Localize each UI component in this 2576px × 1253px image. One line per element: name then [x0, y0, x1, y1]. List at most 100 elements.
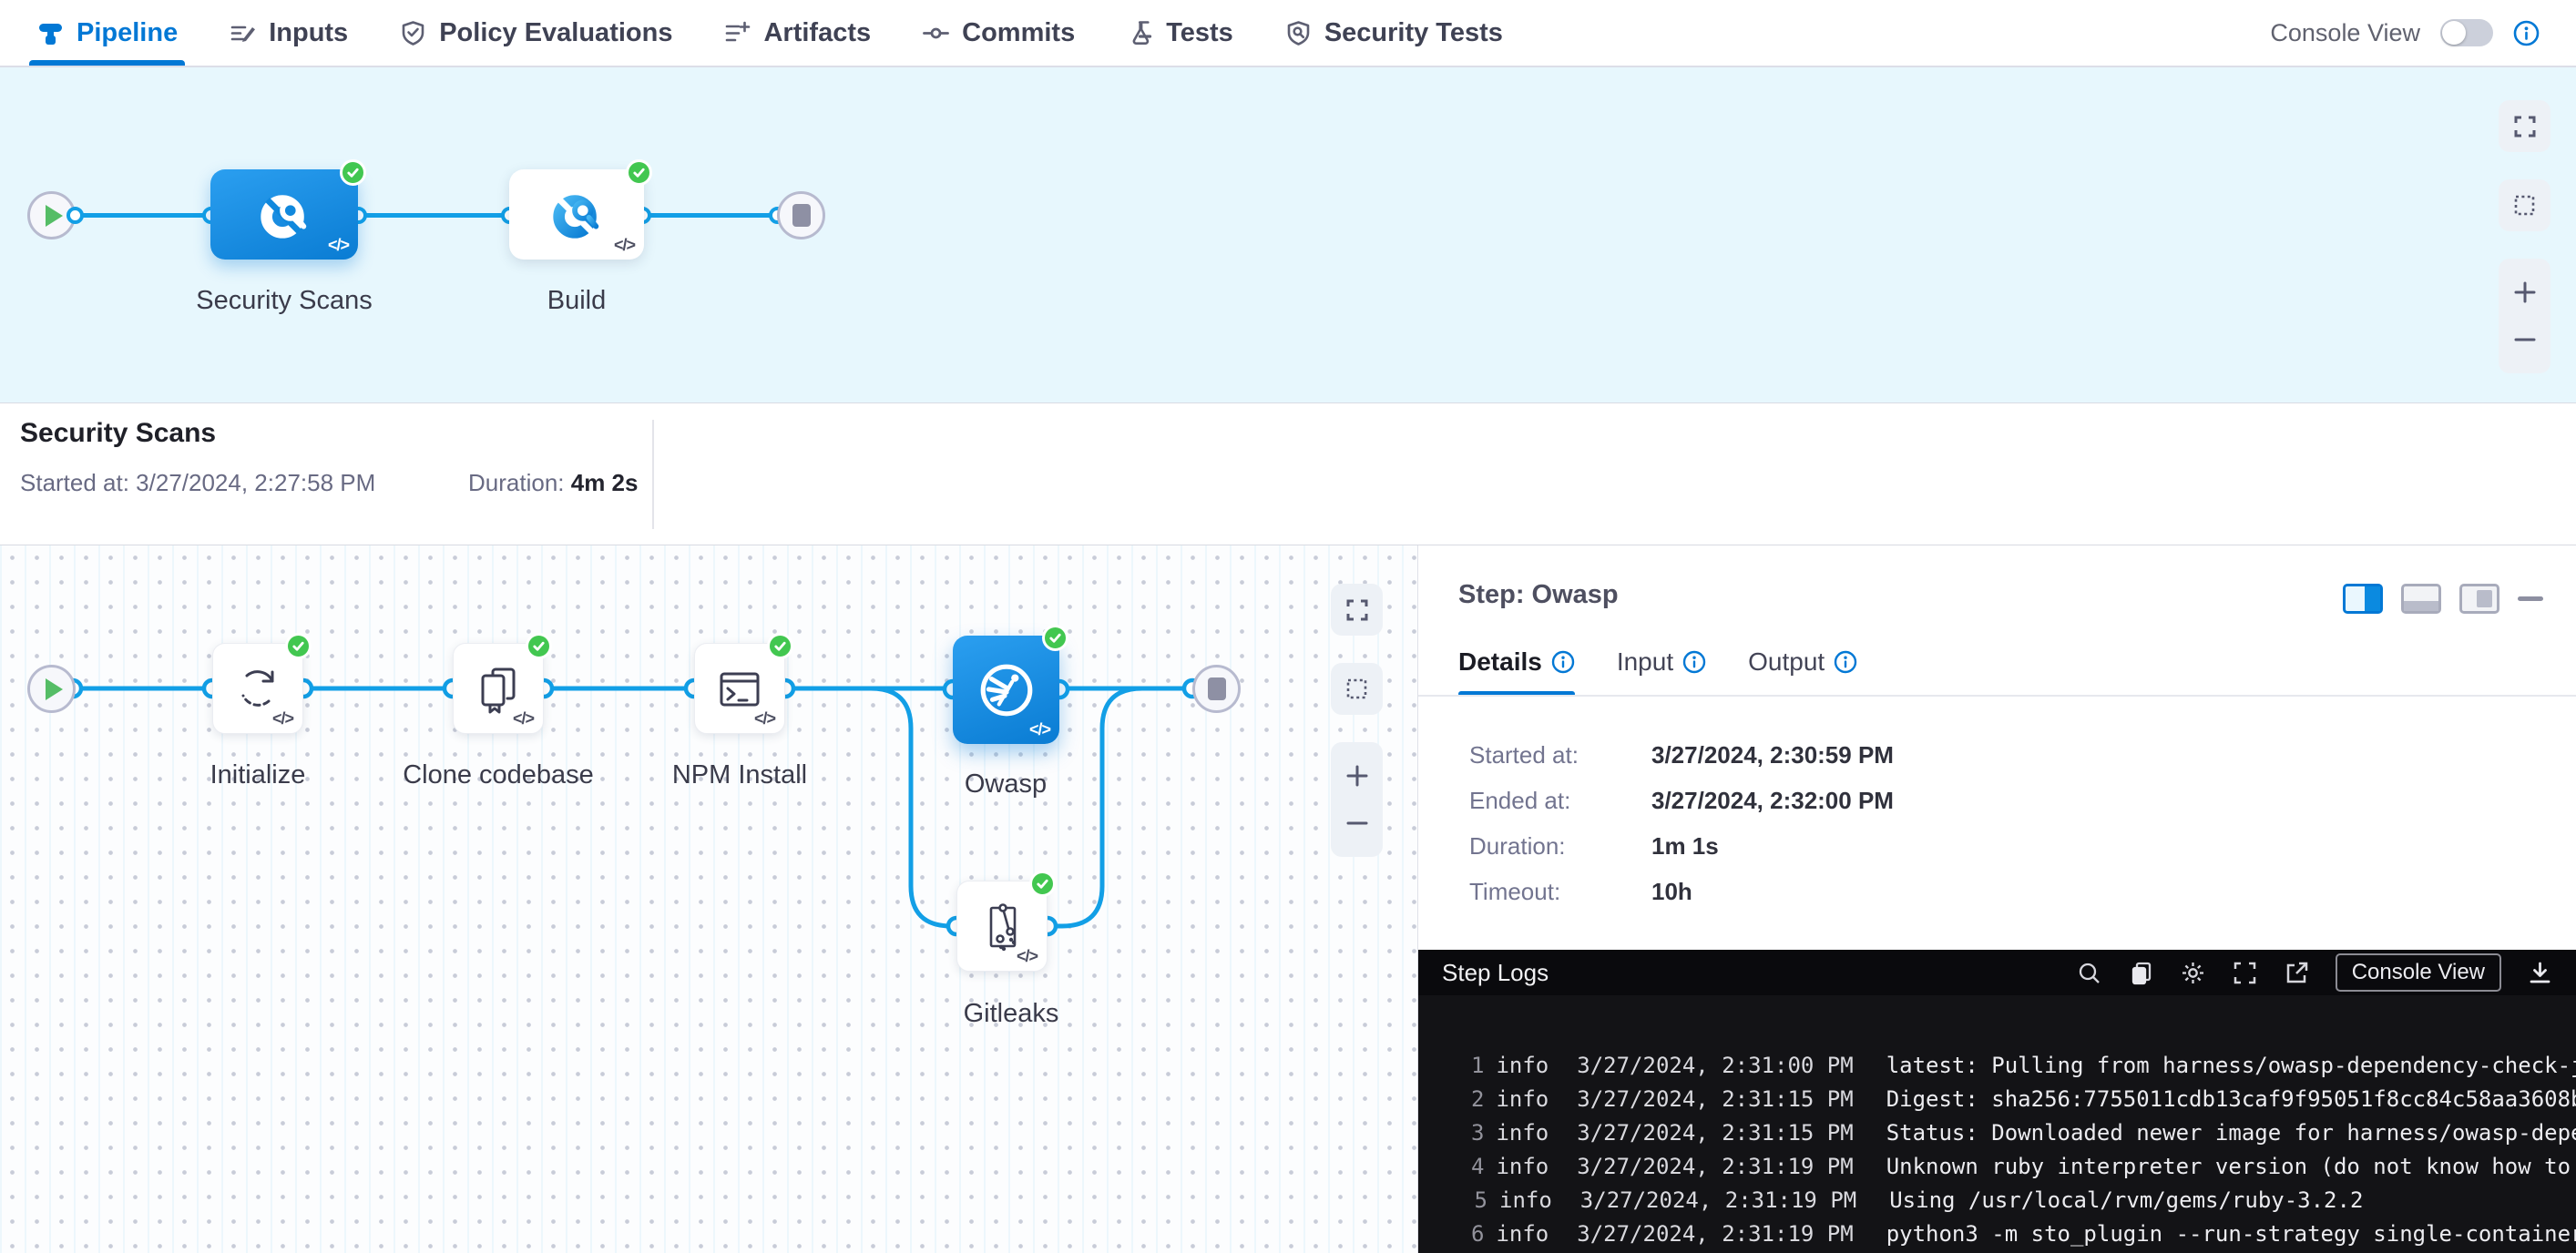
- minimize-panel-button[interactable]: [2518, 596, 2543, 601]
- check-icon: [1036, 877, 1049, 891]
- step-logs-header: Step Logs Console View: [1418, 950, 2576, 995]
- marquee-select-button[interactable]: [2499, 179, 2550, 231]
- step-node-initialize[interactable]: </>: [212, 643, 303, 734]
- tab-input[interactable]: Input: [1617, 647, 1706, 693]
- fit-to-screen-button[interactable]: [2499, 100, 2550, 152]
- flask-icon: [1126, 19, 1154, 47]
- tab-label: Output: [1748, 647, 1825, 677]
- fullscreen-icon: [2512, 114, 2538, 139]
- edge-dot: [66, 207, 84, 224]
- check-icon: [773, 639, 787, 653]
- zoom-in-icon[interactable]: [2512, 280, 2538, 305]
- view-split-right-button[interactable]: [2343, 584, 2383, 614]
- zoom-out-icon[interactable]: [2512, 327, 2538, 352]
- info-icon[interactable]: [1834, 650, 1857, 674]
- log-level: info: [1496, 1221, 1549, 1247]
- step-details-list: Started at: 3/27/2024, 2:30:59 PM Ended …: [1469, 740, 1894, 907]
- detail-value: 1m 1s: [1651, 831, 1894, 861]
- settings-gear-icon[interactable]: [2180, 960, 2206, 986]
- step-node-gitleaks[interactable]: </>: [956, 881, 1048, 972]
- search-icon[interactable]: [2076, 960, 2102, 986]
- success-badge: [526, 633, 552, 659]
- code-glyph: </>: [1017, 947, 1038, 966]
- console-view-toggle[interactable]: [2440, 19, 2493, 46]
- step-node-owasp[interactable]: </>: [953, 636, 1059, 744]
- tab-label: Tests: [1166, 18, 1233, 48]
- marquee-icon: [2512, 193, 2538, 219]
- step-logs-output[interactable]: 1 info 3/27/2024, 2:31:00 PM latest: Pul…: [1418, 995, 2576, 1253]
- log-message: Unknown ruby interpreter version (do not…: [1886, 1154, 2576, 1179]
- pipeline-end-node[interactable]: [777, 191, 825, 239]
- terminal-icon: [714, 663, 765, 714]
- success-badge: [1042, 625, 1068, 651]
- log-timestamp: 3/27/2024, 2:31:19 PM: [1577, 1221, 1853, 1247]
- detail-label: Started at:: [1469, 740, 1651, 770]
- fit-to-screen-button[interactable]: [1331, 584, 1383, 636]
- copy-icon[interactable]: [2128, 960, 2154, 986]
- tab-policy-evaluations[interactable]: Policy Evaluations: [399, 0, 672, 66]
- fill: [2365, 586, 2380, 611]
- stage-canvas-controls: [2499, 100, 2550, 373]
- download-icon[interactable]: [2527, 960, 2553, 986]
- stage-node-security-scans[interactable]: </>: [210, 169, 358, 260]
- detail-value: 3/27/2024, 2:30:59 PM: [1651, 740, 1894, 770]
- code-glyph: </>: [272, 709, 293, 728]
- stage-node-build[interactable]: </>: [509, 169, 644, 260]
- step-label-initialize: Initialize: [148, 760, 367, 790]
- tab-commits[interactable]: Commits: [922, 0, 1075, 66]
- zoom-control: [2499, 259, 2550, 373]
- shield-search-icon: [1284, 19, 1313, 47]
- tab-output[interactable]: Output: [1748, 647, 1857, 693]
- check-icon: [346, 166, 360, 179]
- step-label-npm-install: NPM Install: [630, 760, 849, 790]
- tab-details[interactable]: Details: [1458, 647, 1575, 693]
- play-icon: [46, 678, 63, 700]
- duration-label: Duration:: [468, 469, 565, 496]
- success-badge: [340, 159, 366, 186]
- view-split-bottom-button[interactable]: [2401, 584, 2441, 614]
- stop-icon: [792, 204, 811, 227]
- stage-label-security-scans: Security Scans: [175, 286, 394, 316]
- clone-codebase-icon: [473, 663, 524, 714]
- check-icon: [1048, 631, 1062, 645]
- log-line: 4 info 3/27/2024, 2:31:19 PM Unknown rub…: [1418, 1149, 2576, 1183]
- info-icon[interactable]: [1551, 650, 1575, 674]
- play-icon: [46, 205, 63, 227]
- detail-label: Timeout:: [1469, 877, 1651, 907]
- tab-security-tests[interactable]: Security Tests: [1284, 0, 1503, 66]
- info-icon[interactable]: [1682, 650, 1706, 674]
- zoom-out-icon[interactable]: [1344, 810, 1370, 836]
- tab-artifacts[interactable]: Artifacts: [723, 0, 871, 66]
- step-graph-canvas[interactable]: </> </>: [0, 545, 1417, 1253]
- top-nav: Pipeline Inputs Policy Evaluations: [0, 0, 2576, 67]
- step-canvas-controls: [1331, 584, 1383, 857]
- log-message: latest: Pulling from harness/owasp-depen…: [1886, 1053, 2576, 1078]
- console-view-label: Console View: [2270, 19, 2420, 47]
- fullscreen-icon[interactable]: [2232, 960, 2258, 986]
- view-floating-button[interactable]: [2459, 584, 2499, 614]
- tab-inputs[interactable]: Inputs: [229, 0, 348, 66]
- commit-icon: [922, 19, 950, 47]
- step-node-npm-install[interactable]: </>: [694, 643, 785, 734]
- success-badge: [626, 159, 652, 186]
- tab-tests[interactable]: Tests: [1126, 0, 1233, 66]
- zoom-in-icon[interactable]: [1344, 763, 1370, 789]
- tab-label: Security Tests: [1324, 18, 1503, 48]
- log-line-number: 4: [1471, 1154, 1484, 1179]
- divider: [652, 420, 654, 529]
- stage-graph-canvas[interactable]: </> </> Security Scans Build: [0, 67, 2576, 402]
- log-line: 5 info 3/27/2024, 2:31:19 PM Using /usr/…: [1418, 1183, 2576, 1217]
- stop-icon: [1208, 677, 1226, 700]
- marquee-icon: [1344, 677, 1370, 702]
- info-icon[interactable]: [2513, 20, 2540, 46]
- console-view-button[interactable]: Console View: [2336, 953, 2501, 992]
- stage-end-node[interactable]: [1192, 665, 1241, 713]
- tab-pipeline[interactable]: Pipeline: [36, 0, 178, 66]
- detail-label: Duration:: [1469, 831, 1651, 861]
- open-in-new-icon[interactable]: [2284, 960, 2310, 986]
- code-glyph: </>: [328, 236, 349, 255]
- artifacts-icon: [723, 19, 751, 47]
- marquee-select-button[interactable]: [1331, 663, 1383, 715]
- step-node-clone-codebase[interactable]: </>: [453, 643, 544, 734]
- stage-start-node[interactable]: [27, 665, 76, 713]
